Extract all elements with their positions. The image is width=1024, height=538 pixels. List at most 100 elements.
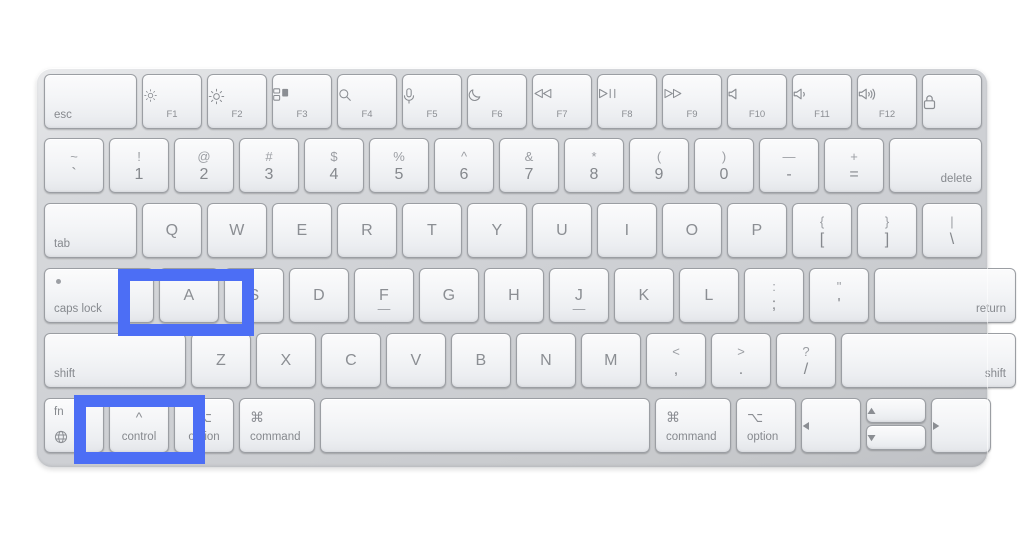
key-x[interactable]: X: [256, 333, 316, 388]
key-3-shift-glyph: #: [265, 149, 273, 164]
key-q[interactable]: Q: [142, 203, 202, 258]
key-f5[interactable]: F5: [402, 74, 462, 129]
key-esc[interactable]: esc: [44, 74, 137, 129]
key-p[interactable]: P: [727, 203, 787, 258]
key-r[interactable]: R: [337, 203, 397, 258]
key-f10[interactable]: F10: [727, 74, 787, 129]
key-9-base-glyph: 9: [654, 166, 664, 183]
key-arrow-down[interactable]: [866, 425, 926, 450]
key-f7-label: F7: [556, 108, 568, 120]
key-fn-globe[interactable]: fn: [44, 398, 104, 453]
key-4[interactable]: $ 4: [304, 138, 364, 193]
key-3[interactable]: # 3: [239, 138, 299, 193]
key-z[interactable]: Z: [191, 333, 251, 388]
key-command-right[interactable]: ⌘ command: [655, 398, 731, 453]
key-5[interactable]: % 5: [369, 138, 429, 193]
key-bracket-right[interactable]: } ]: [857, 203, 917, 258]
key-shift-right[interactable]: shift: [841, 333, 1016, 388]
key-caps-lock[interactable]: caps lock: [44, 268, 154, 323]
key-1-base-glyph: 1: [134, 166, 144, 183]
key-t[interactable]: T: [402, 203, 462, 258]
key-f7[interactable]: F7: [532, 74, 592, 129]
key-f4[interactable]: F4: [337, 74, 397, 129]
fast-forward-icon: [663, 88, 721, 99]
key-k[interactable]: K: [614, 268, 674, 323]
key-f1[interactable]: F1: [142, 74, 202, 129]
key-f[interactable]: F: [354, 268, 414, 323]
key-w[interactable]: W: [207, 203, 267, 258]
key-e[interactable]: E: [272, 203, 332, 258]
key-arrow-left[interactable]: [801, 398, 861, 453]
key-m[interactable]: M: [581, 333, 641, 388]
key-y[interactable]: Y: [467, 203, 527, 258]
key-d[interactable]: D: [289, 268, 349, 323]
homing-bar-j: [572, 308, 586, 310]
key-option-right[interactable]: ⌥ option: [736, 398, 796, 453]
key-9[interactable]: ( 9: [629, 138, 689, 193]
key-2[interactable]: @ 2: [174, 138, 234, 193]
mission-control-icon: [273, 88, 331, 101]
key-l[interactable]: L: [679, 268, 739, 323]
key-a[interactable]: A: [159, 268, 219, 323]
key-period[interactable]: > .: [711, 333, 771, 388]
key-f11[interactable]: F11: [792, 74, 852, 129]
key-c[interactable]: C: [321, 333, 381, 388]
key-h[interactable]: H: [484, 268, 544, 323]
key-f5-label: F5: [426, 108, 438, 120]
key-f3[interactable]: F3: [272, 74, 332, 129]
key-comma[interactable]: < ,: [646, 333, 706, 388]
control-caret-icon: ^: [135, 409, 143, 425]
key-shift-left[interactable]: shift: [44, 333, 186, 388]
key-u[interactable]: U: [532, 203, 592, 258]
key-quote[interactable]: " ': [809, 268, 869, 323]
key-delete[interactable]: delete: [889, 138, 982, 193]
key-b[interactable]: B: [451, 333, 511, 388]
key-x-label: X: [280, 351, 292, 369]
key-touch-id-lock[interactable]: [922, 74, 982, 129]
key-0[interactable]: ) 0: [694, 138, 754, 193]
key-tab[interactable]: tab: [44, 203, 137, 258]
key-f9[interactable]: F9: [662, 74, 722, 129]
key-1[interactable]: ! 1: [109, 138, 169, 193]
key-backtick-base-glyph: `: [71, 166, 77, 183]
key-minus[interactable]: — -: [759, 138, 819, 193]
key-n[interactable]: N: [516, 333, 576, 388]
key-f11-label: F11: [814, 108, 830, 120]
key-space[interactable]: [320, 398, 650, 453]
key-arrow-right[interactable]: [931, 398, 991, 453]
key-bracket-left[interactable]: { [: [792, 203, 852, 258]
key-9-shift-glyph: (: [656, 149, 662, 164]
key-v[interactable]: V: [386, 333, 446, 388]
key-t-label: T: [426, 221, 438, 239]
key-i[interactable]: I: [597, 203, 657, 258]
key-7-base-glyph: 7: [524, 166, 534, 183]
key-o[interactable]: O: [662, 203, 722, 258]
key-option-left[interactable]: ⌥ option: [174, 398, 234, 453]
key-8[interactable]: * 8: [564, 138, 624, 193]
key-bracket-left-base-glyph: [: [819, 231, 825, 248]
key-f8[interactable]: F8: [597, 74, 657, 129]
key-backtick[interactable]: ~ `: [44, 138, 104, 193]
key-f12[interactable]: F12: [857, 74, 917, 129]
key-7[interactable]: & 7: [499, 138, 559, 193]
key-caps-lock-label: caps lock: [54, 302, 102, 315]
key-f-label: F: [378, 286, 390, 304]
key-g[interactable]: G: [419, 268, 479, 323]
key-f2[interactable]: F2: [207, 74, 267, 129]
key-j[interactable]: J: [549, 268, 609, 323]
key-slash[interactable]: ? /: [776, 333, 836, 388]
key-command-left[interactable]: ⌘ command: [239, 398, 315, 453]
key-return[interactable]: return: [874, 268, 1016, 323]
dictation-mic-icon: [403, 88, 461, 104]
key-backslash[interactable]: | \: [922, 203, 982, 258]
key-equal[interactable]: + =: [824, 138, 884, 193]
key-n-label: N: [540, 351, 552, 369]
key-arrow-up[interactable]: [866, 398, 926, 423]
key-s[interactable]: S: [224, 268, 284, 323]
key-control-left[interactable]: ^ control: [109, 398, 169, 453]
key-semicolon[interactable]: : ;: [744, 268, 804, 323]
key-backslash-shift-glyph: |: [950, 214, 954, 229]
key-6[interactable]: ^ 6: [434, 138, 494, 193]
volume-mute-icon: [728, 88, 786, 100]
key-f6[interactable]: F6: [467, 74, 527, 129]
